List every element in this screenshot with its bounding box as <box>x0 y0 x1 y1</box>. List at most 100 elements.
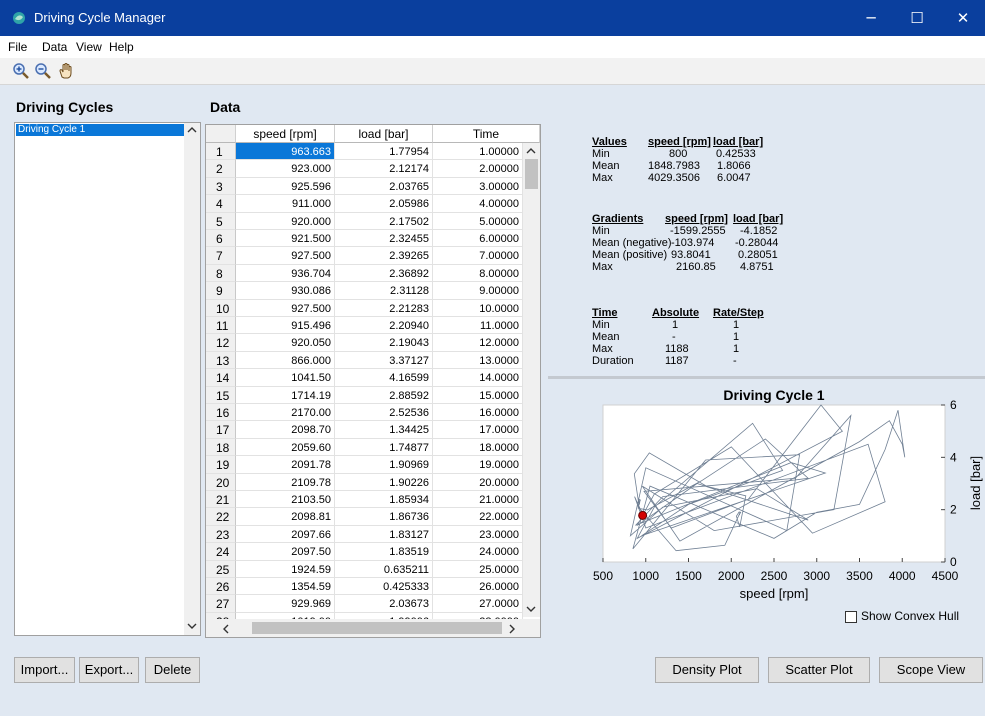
scroll-thumb[interactable] <box>252 622 502 634</box>
table-cell[interactable]: 1.90226 <box>335 473 433 491</box>
scroll-thumb[interactable] <box>525 159 538 189</box>
table-cell[interactable]: 18.0000 <box>433 438 523 457</box>
table-cell[interactable]: 3.00000 <box>433 177 523 196</box>
row-index[interactable]: 13 <box>206 351 236 370</box>
table-cell[interactable]: 2.39265 <box>335 247 433 265</box>
table-cell[interactable]: 2.05986 <box>335 195 433 213</box>
table-cell[interactable]: 2098.81 <box>236 508 335 526</box>
table-cell[interactable]: 2097.66 <box>236 525 335 544</box>
table-cell[interactable]: 5.00000 <box>433 212 523 230</box>
table-cell[interactable]: 1924.59 <box>236 560 335 578</box>
zoom-out-icon[interactable] <box>33 61 53 81</box>
row-index[interactable]: 23 <box>206 525 236 544</box>
table-cell[interactable]: 2091.78 <box>236 456 335 474</box>
table-cell[interactable]: 26.0000 <box>433 578 523 596</box>
table-cell[interactable]: 2.03673 <box>335 595 433 613</box>
table-cell[interactable]: 1.90969 <box>335 456 433 474</box>
row-index[interactable]: 8 <box>206 264 236 283</box>
table-cell[interactable]: 2170.00 <box>236 404 335 422</box>
row-index[interactable]: 3 <box>206 177 236 196</box>
table-cell[interactable]: 20.0000 <box>433 473 523 491</box>
table-cell[interactable]: 9.00000 <box>433 282 523 300</box>
chevron-up-icon[interactable] <box>526 147 536 155</box>
row-index[interactable]: 2 <box>206 160 236 178</box>
table-cell[interactable]: 911.000 <box>236 195 335 213</box>
table-cell[interactable]: 920.000 <box>236 212 335 230</box>
row-index[interactable]: 27 <box>206 595 236 613</box>
zoom-in-icon[interactable] <box>11 61 31 81</box>
delete-button[interactable]: Delete <box>145 657 200 683</box>
table-cell[interactable]: 1714.19 <box>236 386 335 404</box>
table-cell[interactable]: 16.0000 <box>433 404 523 422</box>
row-index[interactable]: 21 <box>206 491 236 509</box>
table-cell[interactable]: 921.500 <box>236 230 335 248</box>
table-cell[interactable]: 927.500 <box>236 299 335 317</box>
chevron-down-icon[interactable] <box>526 605 536 613</box>
row-index[interactable]: 1 <box>206 143 236 161</box>
table-cell[interactable]: 4.16599 <box>335 369 433 387</box>
table-cell[interactable]: 1.34425 <box>335 421 433 439</box>
table-cell[interactable]: 1.77954 <box>335 143 433 161</box>
pan-hand-icon[interactable] <box>56 61 76 81</box>
scope-view-button[interactable]: Scope View <box>879 657 983 683</box>
show-convex-hull-checkbox[interactable] <box>845 611 857 623</box>
table-cell[interactable]: 2.32455 <box>335 230 433 248</box>
table-cell[interactable]: 1.83127 <box>335 525 433 544</box>
density-plot-button[interactable]: Density Plot <box>655 657 759 683</box>
table-horizontal-scrollbar[interactable] <box>206 619 540 637</box>
table-cell[interactable]: 2109.78 <box>236 473 335 491</box>
row-index[interactable]: 16 <box>206 404 236 422</box>
list-item[interactable]: Driving Cycle 1 <box>16 124 185 136</box>
row-index[interactable]: 12 <box>206 334 236 352</box>
export-button[interactable]: Export... <box>79 657 139 683</box>
table-cell[interactable]: 15.0000 <box>433 386 523 404</box>
table-cell[interactable]: 925.596 <box>236 177 335 196</box>
row-index[interactable]: 18 <box>206 438 236 457</box>
table-cell[interactable]: 2059.60 <box>236 438 335 457</box>
row-index[interactable]: 26 <box>206 578 236 596</box>
row-index[interactable]: 15 <box>206 386 236 404</box>
chevron-up-icon[interactable] <box>187 126 197 134</box>
table-cell[interactable]: 1354.59 <box>236 578 335 596</box>
menu-view[interactable]: View <box>76 40 102 54</box>
table-cell[interactable]: 17.0000 <box>433 421 523 439</box>
row-index[interactable]: 5 <box>206 212 236 230</box>
table-cell[interactable]: 929.969 <box>236 595 335 613</box>
table-cell[interactable]: 1.83519 <box>335 543 433 561</box>
table-cell[interactable]: 2.03765 <box>335 177 433 196</box>
table-cell[interactable]: 8.00000 <box>433 264 523 283</box>
table-cell[interactable]: 923.000 <box>236 160 335 178</box>
table-cell[interactable]: 7.00000 <box>433 247 523 265</box>
table-cell[interactable]: 6.00000 <box>433 230 523 248</box>
row-index[interactable]: 10 <box>206 299 236 317</box>
column-header-load[interactable]: load [bar] <box>335 125 433 143</box>
table-cell[interactable]: 12.0000 <box>433 334 523 352</box>
table-cell[interactable]: 23.0000 <box>433 525 523 544</box>
row-index[interactable]: 17 <box>206 421 236 439</box>
row-index[interactable]: 9 <box>206 282 236 300</box>
show-convex-hull-label[interactable]: Show Convex Hull <box>861 609 959 623</box>
row-index[interactable]: 22 <box>206 508 236 526</box>
table-cell[interactable]: 1041.50 <box>236 369 335 387</box>
chevron-down-icon[interactable] <box>187 622 197 630</box>
chevron-right-icon[interactable] <box>508 624 516 634</box>
menu-help[interactable]: Help <box>109 40 134 54</box>
table-cell[interactable]: 25.0000 <box>433 560 523 578</box>
row-index[interactable]: 7 <box>206 247 236 265</box>
table-cell[interactable]: 2.52536 <box>335 404 433 422</box>
table-cell[interactable]: 1.00000 <box>433 143 523 161</box>
table-cell[interactable]: 1.85934 <box>335 491 433 509</box>
table-cell[interactable]: 24.0000 <box>433 543 523 561</box>
row-index[interactable]: 20 <box>206 473 236 491</box>
table-cell[interactable]: 963.663 <box>236 143 335 161</box>
table-cell[interactable]: 0.425333 <box>335 578 433 596</box>
data-table[interactable]: speed [rpm] load [bar] Time 1 963.663 1.77… <box>205 124 541 638</box>
table-cell[interactable]: 2.20940 <box>335 317 433 335</box>
row-index[interactable]: 19 <box>206 456 236 474</box>
row-index[interactable]: 11 <box>206 317 236 335</box>
list-scrollbar[interactable] <box>184 123 200 635</box>
table-cell[interactable]: 2.17502 <box>335 212 433 230</box>
table-cell[interactable]: 19.0000 <box>433 456 523 474</box>
table-cell[interactable]: 0.635211 <box>335 560 433 578</box>
import-button[interactable]: Import... <box>14 657 75 683</box>
